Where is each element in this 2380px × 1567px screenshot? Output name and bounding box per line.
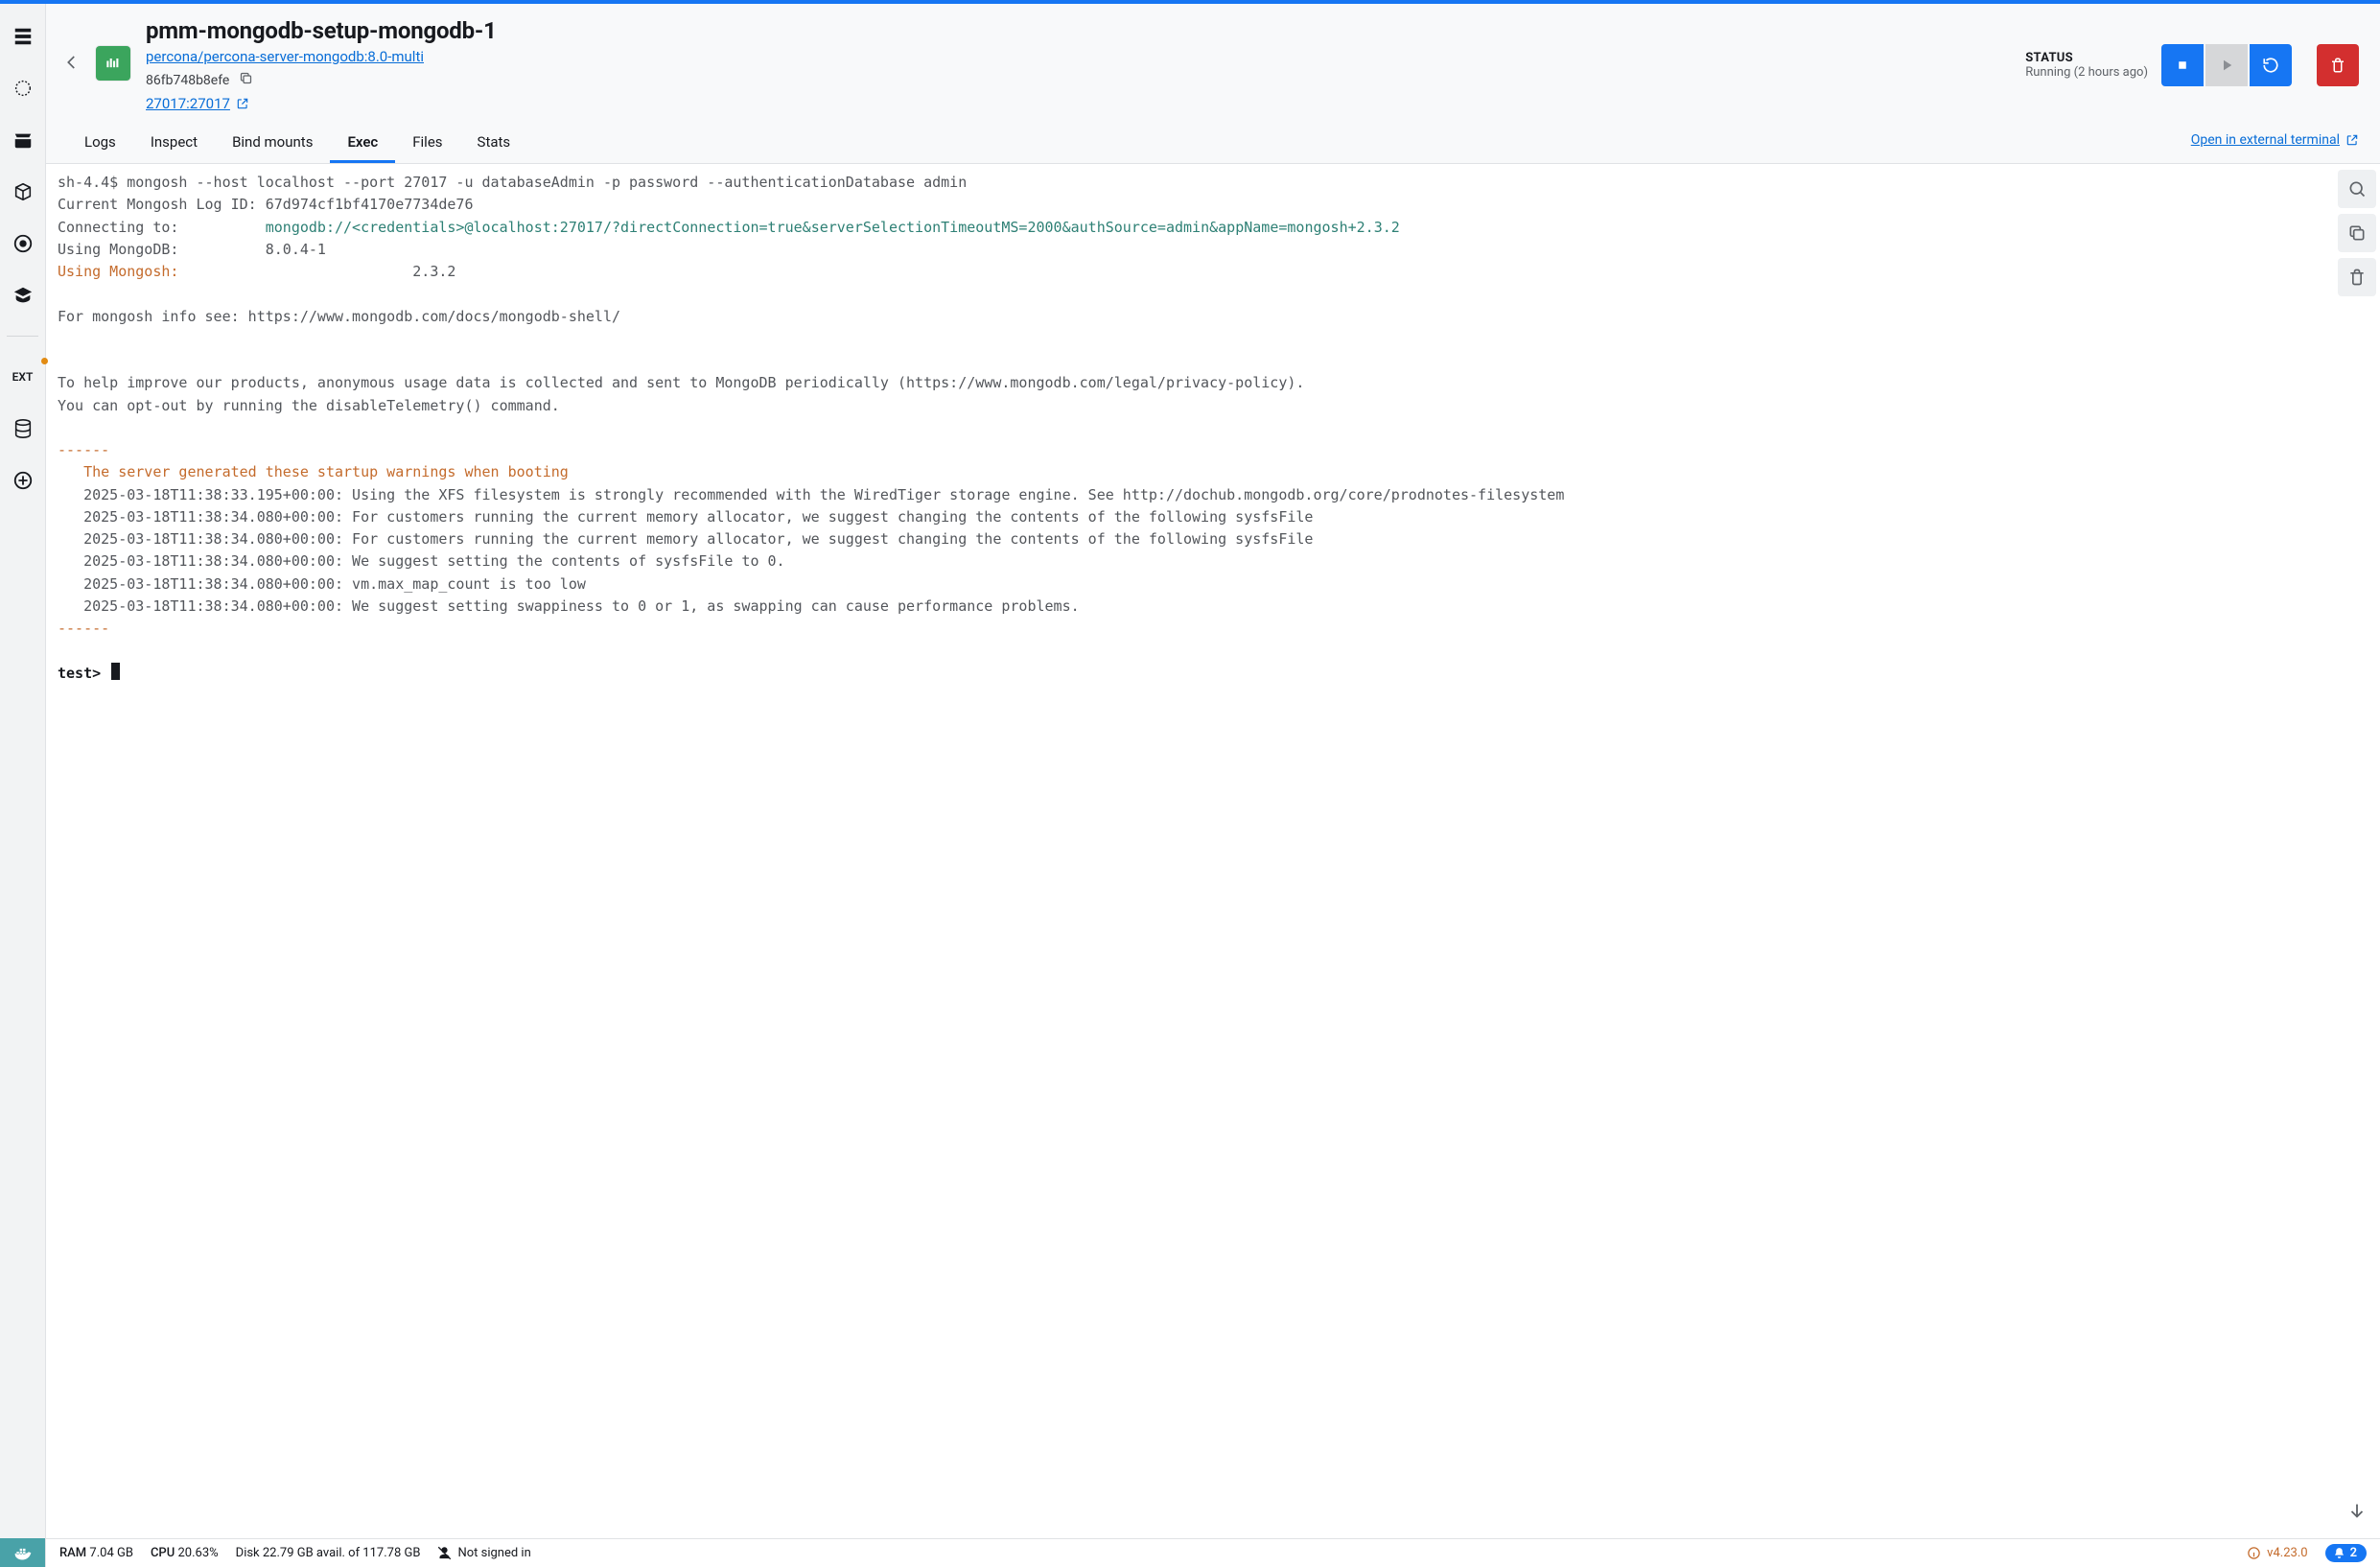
tab-bind-mounts[interactable]: Bind mounts bbox=[215, 122, 330, 163]
header: pmm-mongodb-setup-mongodb-1 percona/perc… bbox=[46, 4, 2380, 122]
tabs-row: Logs Inspect Bind mounts Exec Files Stat… bbox=[46, 122, 2380, 164]
sidebar-ext-label: EXT bbox=[12, 370, 34, 384]
bell-icon bbox=[2333, 1547, 2345, 1559]
external-link-icon bbox=[236, 97, 249, 110]
signin-off-icon bbox=[437, 1546, 452, 1560]
back-button[interactable] bbox=[63, 54, 81, 75]
footer-version[interactable]: v4.23.0 bbox=[2247, 1546, 2307, 1560]
scroll-to-bottom-button[interactable] bbox=[2338, 1492, 2376, 1531]
sidebar-dev-icon[interactable] bbox=[8, 228, 38, 259]
sidebar-learn-icon[interactable] bbox=[8, 280, 38, 311]
tab-files[interactable]: Files bbox=[395, 122, 459, 163]
stop-button[interactable] bbox=[2161, 44, 2204, 86]
sidebar-images-icon[interactable] bbox=[8, 73, 38, 104]
container-title: pmm-mongodb-setup-mongodb-1 bbox=[146, 17, 2010, 44]
footer-ram[interactable]: RAM 7.04 GB bbox=[59, 1546, 133, 1560]
sidebar-extensions[interactable]: EXT bbox=[8, 362, 38, 392]
container-id: 86fb748b8efe bbox=[146, 73, 229, 88]
tab-exec[interactable]: Exec bbox=[330, 122, 395, 163]
copy-id-button[interactable] bbox=[239, 71, 253, 89]
footer-signin[interactable]: Not signed in bbox=[437, 1546, 530, 1560]
status-value: Running (2 hours ago) bbox=[2025, 65, 2148, 80]
terminal-output[interactable]: sh-4.4$ mongosh --host localhost --port … bbox=[46, 164, 2334, 1538]
container-type-icon bbox=[96, 46, 130, 81]
terminal-toolbar bbox=[2334, 164, 2380, 1538]
tab-stats[interactable]: Stats bbox=[460, 122, 528, 163]
status-label: STATUS bbox=[2025, 51, 2148, 65]
sidebar-volumes-icon[interactable] bbox=[8, 125, 38, 155]
footer: RAM 7.04 GB CPU 20.63% Disk 22.79 GB ava… bbox=[46, 1538, 2380, 1567]
sidebar: EXT bbox=[0, 4, 46, 1567]
sidebar-divider bbox=[7, 336, 38, 337]
open-external-terminal-text: Open in external terminal bbox=[2191, 132, 2340, 148]
sidebar-docker-icon[interactable] bbox=[0, 1538, 45, 1567]
info-icon bbox=[2247, 1546, 2261, 1560]
sidebar-containers-icon[interactable] bbox=[8, 21, 38, 52]
footer-notifications[interactable]: 2 bbox=[2325, 1544, 2367, 1562]
port-mapping-text: 27017:27017 bbox=[146, 95, 230, 112]
terminal-search-button[interactable] bbox=[2338, 170, 2376, 208]
image-link[interactable]: percona/percona-server-mongodb:8.0-multi bbox=[146, 48, 424, 65]
footer-disk[interactable]: Disk 22.79 GB avail. of 117.78 GB bbox=[236, 1546, 421, 1560]
tab-logs[interactable]: Logs bbox=[67, 122, 133, 163]
sidebar-add-icon[interactable] bbox=[8, 465, 38, 496]
open-external-terminal-link[interactable]: Open in external terminal bbox=[2191, 132, 2359, 153]
external-link-icon bbox=[2345, 133, 2359, 147]
delete-button[interactable] bbox=[2317, 44, 2359, 86]
port-mapping-link[interactable]: 27017:27017 bbox=[146, 95, 249, 112]
tab-inspect[interactable]: Inspect bbox=[133, 122, 215, 163]
main-panel: pmm-mongodb-setup-mongodb-1 percona/perc… bbox=[46, 4, 2380, 1567]
restart-button[interactable] bbox=[2250, 44, 2292, 86]
terminal-area: sh-4.4$ mongosh --host localhost --port … bbox=[46, 164, 2380, 1538]
footer-cpu[interactable]: CPU 20.63% bbox=[151, 1546, 219, 1560]
sidebar-builds-icon[interactable] bbox=[8, 176, 38, 207]
notification-dot-icon bbox=[41, 358, 48, 364]
terminal-clear-button[interactable] bbox=[2338, 258, 2376, 296]
start-button bbox=[2205, 44, 2248, 86]
terminal-copy-button[interactable] bbox=[2338, 214, 2376, 252]
control-button-group bbox=[2161, 44, 2292, 86]
sidebar-database-icon[interactable] bbox=[8, 413, 38, 444]
